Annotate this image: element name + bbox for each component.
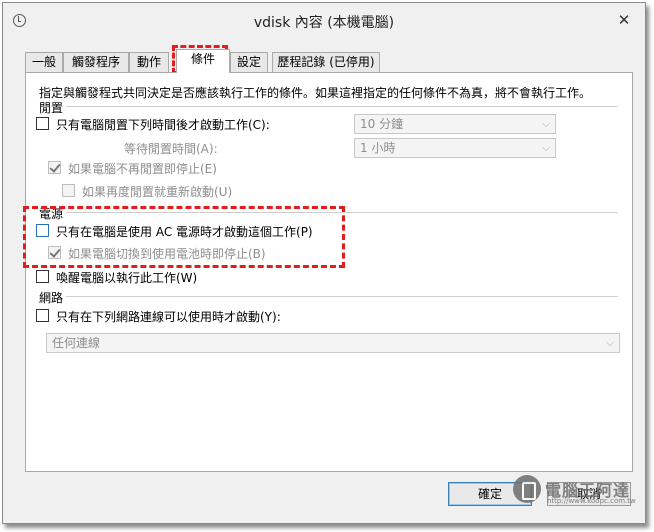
start-if-idle-label: 只有電腦閒置下列時間後才啟動工作(C): xyxy=(56,118,270,132)
chevron-down-icon: ⌵ xyxy=(605,336,615,349)
restart-if-idle-checkbox[interactable] xyxy=(62,184,75,197)
tab-settings[interactable]: 設定 xyxy=(230,52,268,73)
tab-conditions[interactable]: 條件 xyxy=(176,49,230,73)
idle-divider xyxy=(66,106,618,107)
chevron-down-icon: ⌵ xyxy=(541,117,551,130)
tab-general[interactable]: 一般 xyxy=(25,52,63,73)
wait-idle-value: 1 小時 xyxy=(360,141,396,155)
stop-on-battery-checkbox[interactable] xyxy=(48,246,61,259)
stop-on-battery-label: 如果電腦切換到使用電池時即停止(B) xyxy=(68,247,266,261)
wait-idle-label: 等待閒置時間(A): xyxy=(124,142,218,156)
wake-computer-checkbox[interactable] xyxy=(36,270,49,283)
tab-history[interactable]: 歷程記錄 (已停用) xyxy=(272,52,380,73)
power-divider xyxy=(66,212,618,213)
network-only-label: 只有在下列網路連線可以使用時才啟動(Y): xyxy=(56,310,281,324)
stop-if-not-idle-checkbox[interactable] xyxy=(48,161,61,174)
wait-idle-select[interactable]: 1 小時 ⌵ xyxy=(354,138,556,158)
network-group-label: 網路 xyxy=(39,291,64,305)
tab-actions[interactable]: 動作 xyxy=(129,52,169,73)
title-bar: vdisk 內容 (本機電腦) ✕ xyxy=(3,3,645,39)
idle-group-label: 閒置 xyxy=(39,101,64,115)
network-connection-value: 任何連線 xyxy=(52,336,101,350)
stop-if-not-idle-label: 如果電腦不再閒置即停止(E) xyxy=(68,162,217,176)
start-if-idle-checkbox[interactable] xyxy=(36,117,49,130)
watermark-url: http://www.koopc.com.tw xyxy=(547,497,636,505)
properties-dialog: vdisk 內容 (本機電腦) ✕ 一般 觸發程序 動作 條件 設定 歷程記錄 … xyxy=(2,2,646,524)
idle-duration-value: 10 分鐘 xyxy=(360,117,404,131)
idle-duration-select[interactable]: 10 分鐘 ⌵ xyxy=(354,114,556,134)
ac-power-only-checkbox[interactable] xyxy=(36,224,49,237)
window-title: vdisk 內容 (本機電腦) xyxy=(253,15,395,31)
chevron-down-icon: ⌵ xyxy=(541,141,551,154)
conditions-panel: 指定與觸發程式共同決定是否應該執行工作的條件。如果這裡指定的任何條件不為真，將不… xyxy=(25,72,633,472)
watermark: 電腦王阿達 http://www.koopc.com.tw xyxy=(513,475,636,505)
network-connection-select[interactable]: 任何連線 ⌵ xyxy=(46,333,620,353)
wake-computer-label: 喚醒電腦以執行此工作(W) xyxy=(56,271,198,285)
network-only-checkbox[interactable] xyxy=(36,309,49,322)
koopc-logo-icon xyxy=(513,475,541,503)
power-group-label: 電源 xyxy=(39,207,64,221)
close-button[interactable]: ✕ xyxy=(611,9,637,31)
network-divider xyxy=(66,296,618,297)
tab-triggers[interactable]: 觸發程序 xyxy=(63,52,129,73)
conditions-description: 指定與觸發程式共同決定是否應該執行工作的條件。如果這裡指定的任何條件不為真，將不… xyxy=(39,86,592,100)
ac-power-only-label: 只有在電腦是使用 AC 電源時才啟動這個工作(P) xyxy=(56,225,313,239)
restart-if-idle-label: 如果再度閒置就重新啟動(U) xyxy=(82,185,233,199)
